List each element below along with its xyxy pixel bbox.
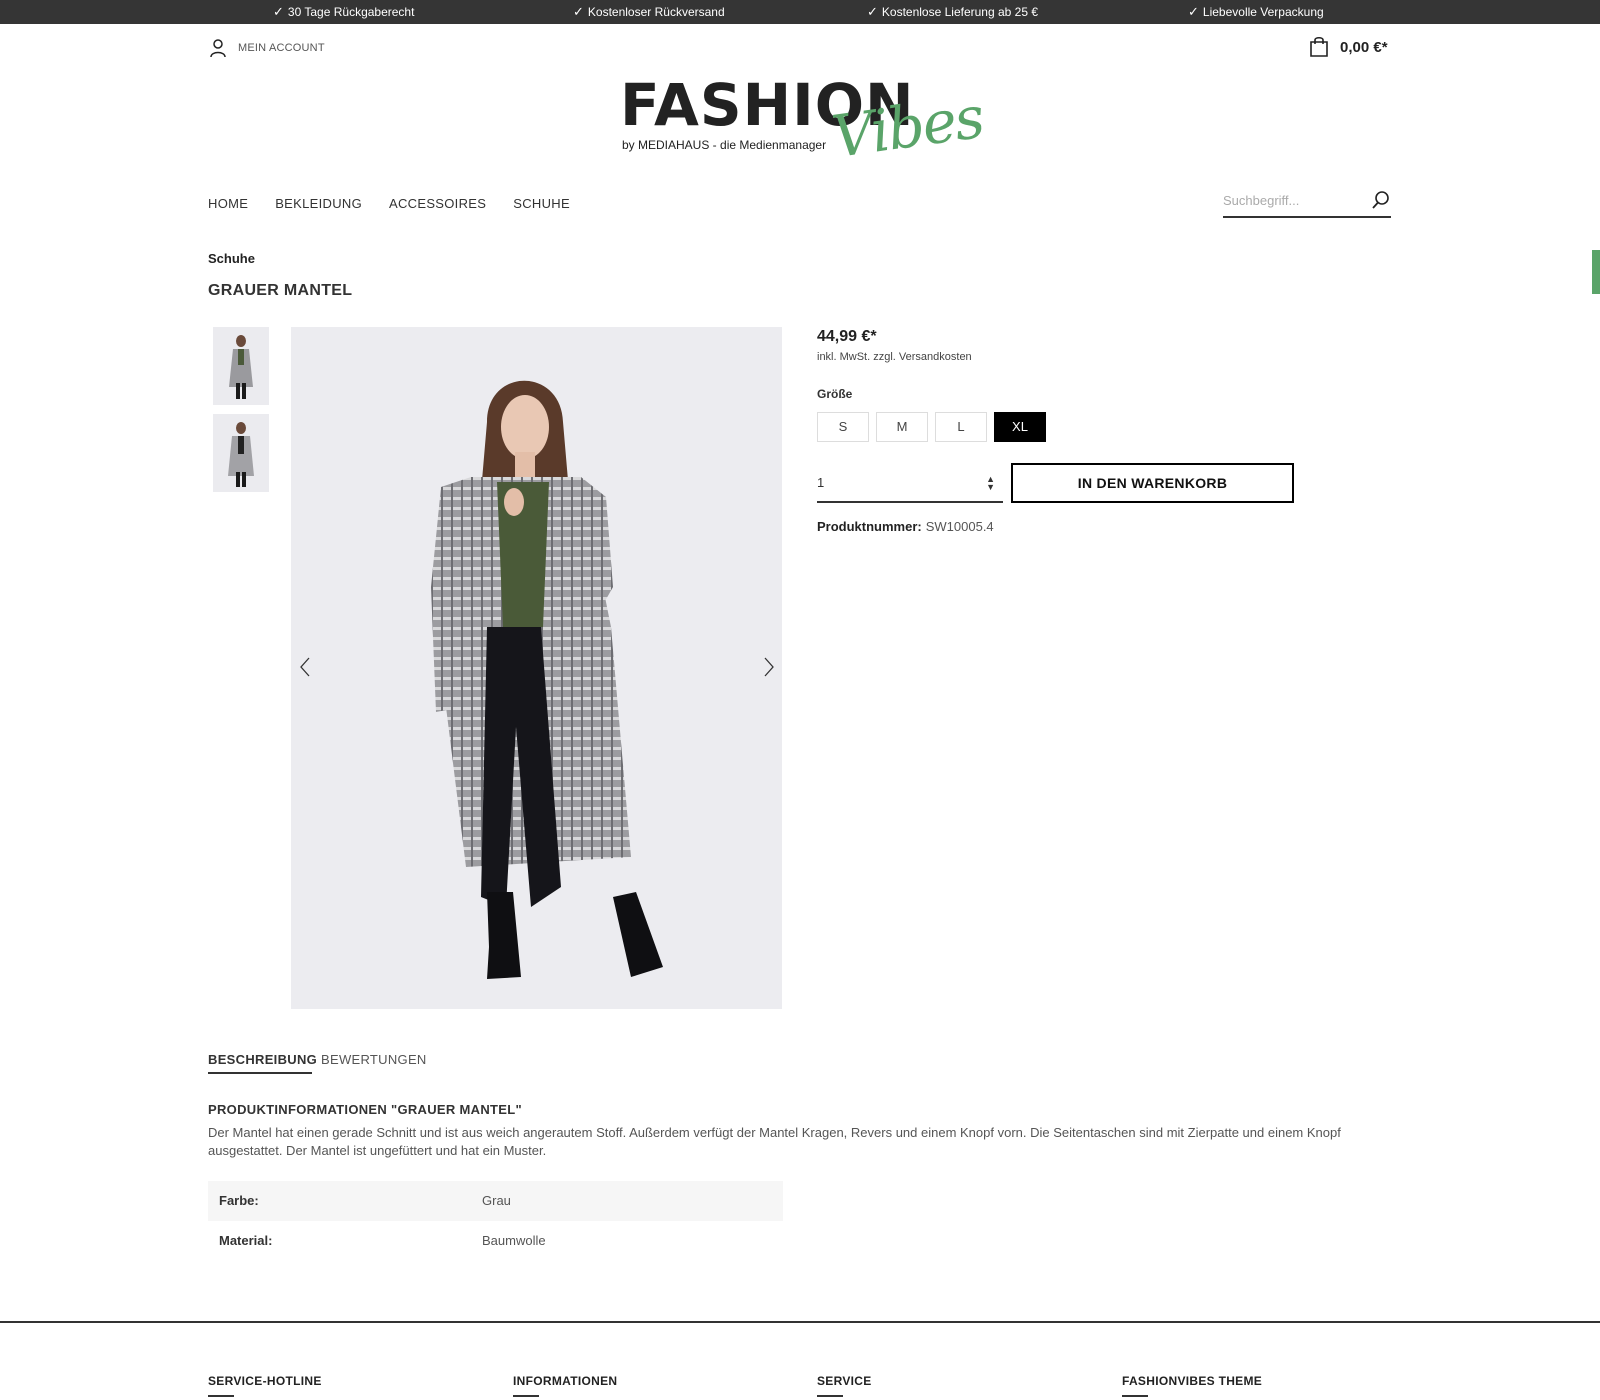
account-label: MEIN ACCOUNT (238, 42, 325, 54)
nav-item-home[interactable]: HOME (208, 196, 248, 211)
property-value: Grau (482, 1193, 511, 1208)
add-to-cart-button[interactable]: IN DEN WARENKORB (1011, 463, 1294, 503)
search-box (1223, 186, 1391, 218)
product-title: GRAUER MANTEL (208, 282, 353, 299)
product-thumbnail-image (213, 414, 269, 492)
service-item-packaging: ✓ Liebevolle Verpackung (1188, 0, 1324, 24)
product-thumbnail-image (213, 327, 269, 405)
side-accent-tab[interactable] (1592, 250, 1600, 294)
search-icon[interactable] (1371, 190, 1391, 210)
size-label: Größe (817, 387, 853, 401)
service-item-free-delivery: ✓ Kostenlose Lieferung ab 25 € (867, 0, 1038, 24)
description-title: PRODUKTINFORMATIONEN "GRAUER MANTEL" (208, 1102, 522, 1117)
service-item-returns: ✓ 30 Tage Rückgaberecht (273, 0, 414, 24)
size-option-m[interactable]: M (876, 412, 928, 442)
footer-heading-underline (817, 1395, 843, 1397)
cart-total: 0,00 €* (1340, 38, 1388, 56)
property-row-color: Farbe: Grau (208, 1181, 783, 1221)
footer-heading-information: INFORMATIONEN (513, 1374, 618, 1388)
shopping-bag-icon (1310, 36, 1328, 57)
user-icon (210, 39, 226, 58)
gallery-next-button[interactable] (757, 652, 781, 682)
property-label: Material: (219, 1233, 273, 1248)
cart-button[interactable]: 0,00 €* (1308, 36, 1388, 58)
description-text: Der Mantel hat einen gerade Schnitt und … (208, 1125, 1341, 1158)
product-number-value: SW10005.4 (925, 519, 994, 534)
quantity-select[interactable]: 1 ▲ ▼ (817, 465, 1003, 503)
main-nav: HOME BEKLEIDUNG ACCESSOIRES SCHUHE (208, 196, 597, 211)
property-label: Farbe: (219, 1193, 259, 1208)
check-icon: ✓ (273, 4, 284, 19)
nav-item-accessoires[interactable]: ACCESSOIRES (389, 196, 486, 211)
gallery-prev-button[interactable] (293, 652, 317, 682)
footer-heading-service: SERVICE (817, 1374, 872, 1388)
tab-reviews[interactable]: BEWERTUNGEN (321, 1052, 427, 1067)
footer-heading-underline (1122, 1395, 1148, 1397)
size-option-xl[interactable]: XL (994, 412, 1046, 442)
product-photo (291, 327, 782, 1009)
size-option-s[interactable]: S (817, 412, 869, 442)
service-item-free-return: ✓ Kostenloser Rückversand (573, 0, 725, 24)
property-value: Baumwolle (482, 1233, 546, 1248)
chevron-right-icon (764, 657, 774, 677)
footer-heading-underline (513, 1395, 539, 1397)
footer-heading-theme: FASHIONVIBES THEME (1122, 1374, 1263, 1388)
quantity-value: 1 (817, 475, 825, 490)
gallery-thumbnail-2[interactable] (213, 414, 269, 492)
top-service-bar: ✓ 30 Tage Rückgaberecht ✓ Kostenloser Rück… (0, 0, 1600, 24)
account-link[interactable]: MEIN ACCOUNT (208, 38, 325, 58)
footer-divider (0, 1321, 1600, 1323)
breadcrumb[interactable]: Schuhe (208, 251, 255, 266)
site-logo[interactable]: FASHION Vibes by MEDIAHAUS - die Medienm… (620, 72, 987, 172)
footer-heading-underline (208, 1395, 234, 1397)
nav-item-bekleidung[interactable]: BEKLEIDUNG (275, 196, 362, 211)
logo-tagline: by MEDIAHAUS - die Medienmanager (622, 138, 827, 152)
product-main-image[interactable] (291, 327, 782, 1009)
tab-description[interactable]: BESCHREIBUNG (208, 1052, 317, 1067)
product-price: 44,99 €* (817, 328, 877, 345)
active-tab-indicator (208, 1072, 312, 1074)
sort-caret-icon: ▲ ▼ (986, 474, 995, 492)
size-option-l[interactable]: L (935, 412, 987, 442)
check-icon: ✓ (1188, 4, 1199, 19)
price-note[interactable]: inkl. MwSt. zzgl. Versandkosten (817, 351, 972, 363)
nav-item-schuhe[interactable]: SCHUHE (513, 196, 570, 211)
product-number: Produktnummer: SW10005.4 (817, 519, 994, 534)
gallery-thumbnail-1[interactable] (213, 327, 269, 405)
footer-heading-hotline: SERVICE-HOTLINE (208, 1374, 322, 1388)
check-icon: ✓ (867, 4, 878, 19)
product-number-label: Produktnummer: (817, 519, 922, 534)
search-input[interactable] (1223, 186, 1359, 214)
check-icon: ✓ (573, 4, 584, 19)
property-row-material: Material: Baumwolle (208, 1221, 783, 1261)
chevron-left-icon (300, 657, 310, 677)
